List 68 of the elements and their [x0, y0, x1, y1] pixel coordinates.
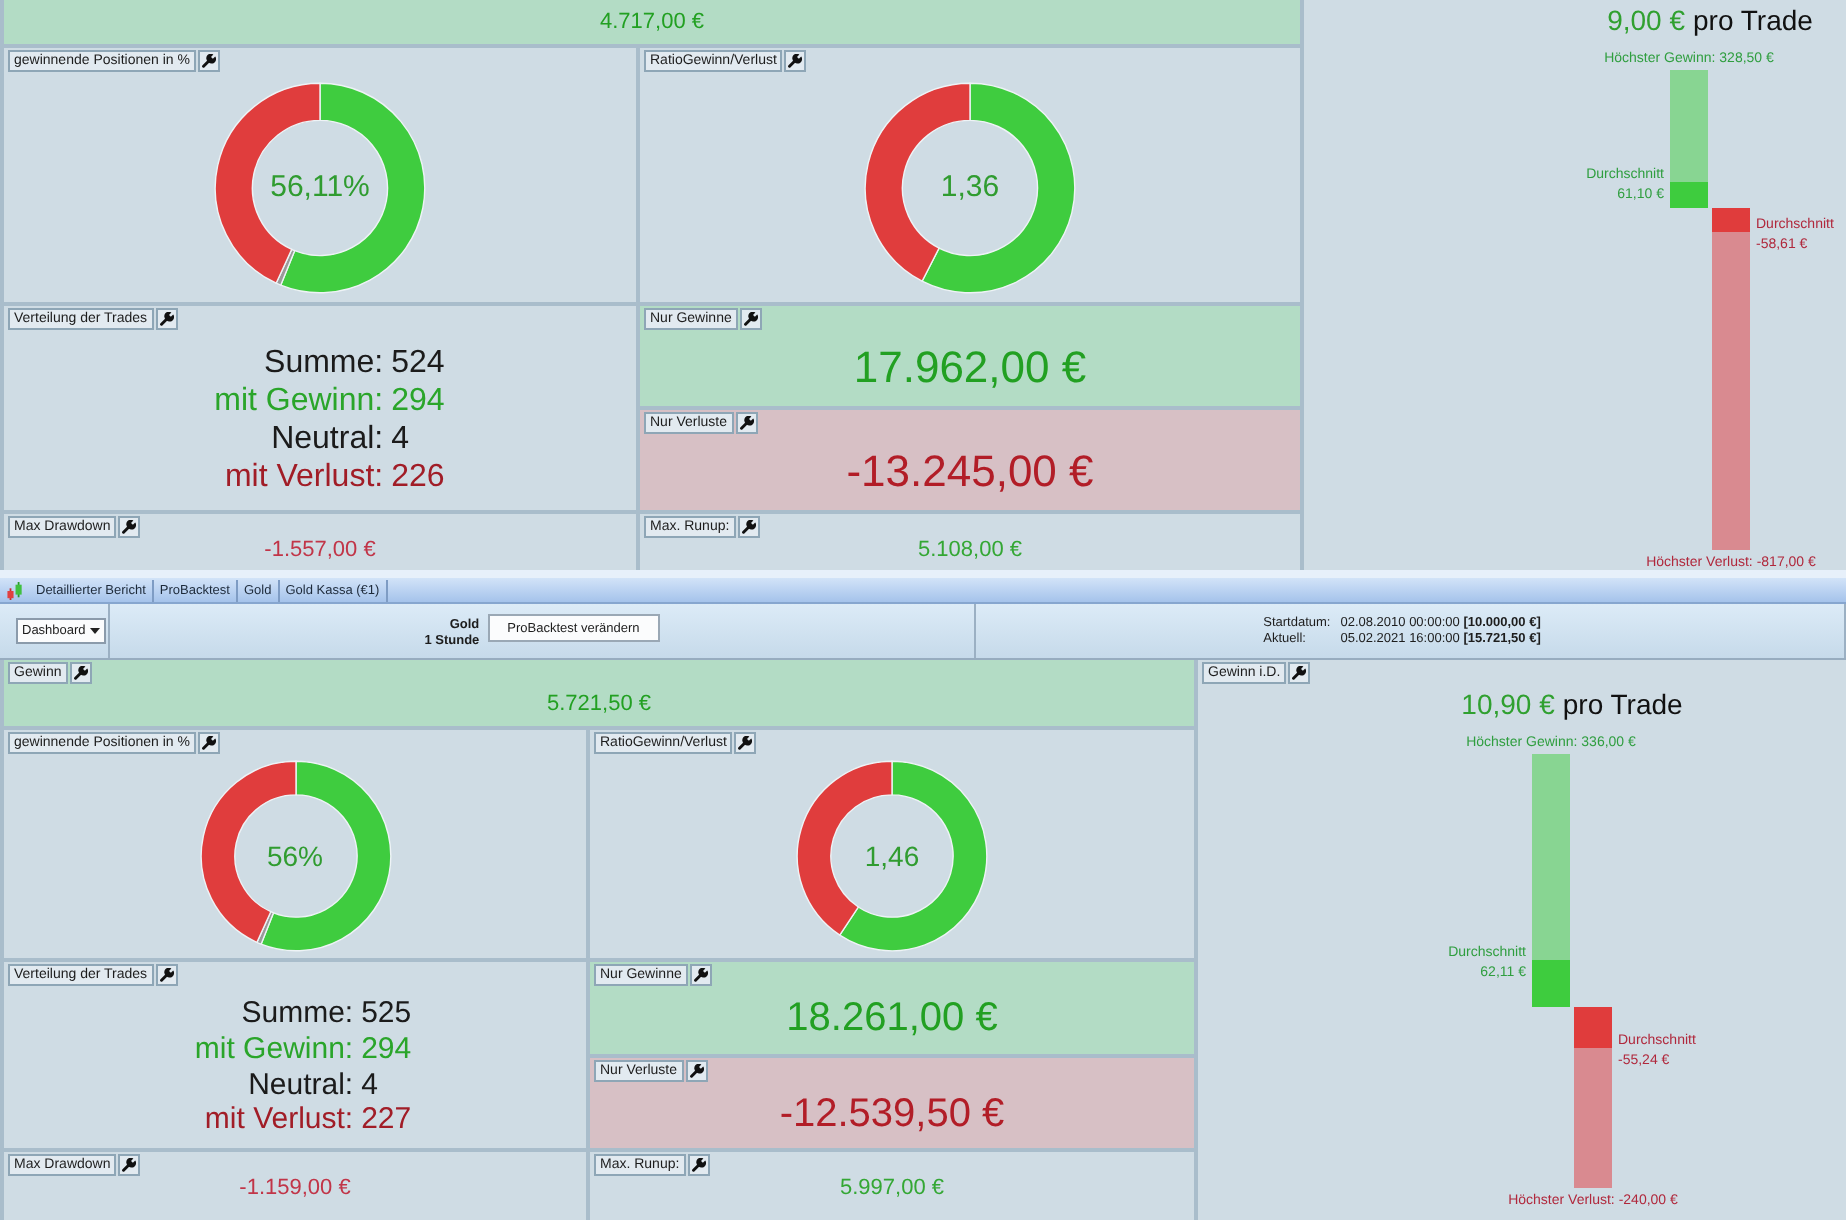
stat-value: 226	[391, 458, 445, 496]
stat-label: Neutral:	[248, 1067, 354, 1103]
settings-button[interactable]	[737, 516, 760, 538]
gross-loss-value: -12.539,50 €	[779, 1091, 1005, 1138]
wrench-icon	[201, 54, 216, 68]
caret-icon	[89, 628, 100, 634]
settings-button[interactable]	[1288, 662, 1311, 684]
gross-profit-value: 18.261,00 €	[786, 996, 998, 1043]
wrench-icon	[1292, 666, 1307, 680]
wrench-icon	[159, 968, 174, 982]
wrench-icon	[691, 1158, 706, 1172]
per-trade-label: pro Trade	[1693, 4, 1813, 36]
donut-center-label: 56,11%	[270, 170, 370, 204]
settings-button[interactable]	[118, 516, 141, 538]
total-profit-value: 5.721,50 €	[547, 692, 651, 718]
settings-button[interactable]	[784, 50, 807, 72]
stat-label: mit Verlust:	[204, 1102, 354, 1138]
settings-button[interactable]	[197, 732, 220, 754]
max-runup-value: 5.997,00 €	[840, 1176, 944, 1202]
average-profit-value: 10,90 €	[1461, 688, 1555, 720]
donut-center-label: 1,36	[940, 170, 1000, 204]
stat-value: 294	[361, 1031, 412, 1067]
max-runup-value: 5.108,00 €	[918, 538, 1022, 564]
stat-value: 525	[361, 996, 412, 1032]
stat-label: mit Gewinn:	[194, 1031, 354, 1067]
wrench-icon	[689, 1063, 704, 1077]
wrench-icon	[788, 54, 803, 68]
wrench-icon	[201, 736, 216, 750]
stat-value: 524	[391, 344, 445, 382]
max-drawdown-value: -1.557,00 €	[264, 538, 376, 564]
settings-button[interactable]	[687, 1154, 710, 1176]
gross-profit-value: 17.962,00 €	[853, 342, 1087, 394]
settings-button[interactable]	[197, 50, 220, 72]
stat-value: 4	[361, 1067, 378, 1103]
wrench-icon	[743, 312, 758, 326]
wrench-icon	[693, 968, 708, 982]
stat-value: 4	[391, 420, 409, 458]
settings-button[interactable]	[155, 964, 178, 986]
settings-button[interactable]	[685, 1059, 708, 1081]
total-profit-value: 4.717,00 €	[600, 9, 704, 35]
settings-button[interactable]	[689, 964, 712, 986]
average-profit-value: 9,00 €	[1607, 4, 1685, 36]
stat-label: Summe:	[241, 996, 354, 1032]
candlestick-icon	[6, 581, 24, 599]
wrench-icon	[739, 416, 754, 430]
stat-label: mit Gewinn:	[214, 382, 384, 420]
stat-label: mit Verlust:	[224, 458, 384, 496]
stat-label: Summe:	[264, 344, 384, 382]
settings-button[interactable]	[739, 308, 762, 330]
settings-button[interactable]	[735, 412, 758, 434]
settings-button[interactable]	[69, 662, 92, 684]
settings-button[interactable]	[734, 732, 757, 754]
stat-value: 227	[361, 1102, 412, 1138]
max-drawdown-value: -1.159,00 €	[239, 1176, 351, 1202]
per-trade-label: pro Trade	[1562, 688, 1683, 720]
donut-center-label: 1,46	[864, 840, 920, 872]
wrench-icon	[73, 666, 88, 680]
wrench-icon	[741, 520, 756, 534]
settings-button[interactable]	[155, 308, 178, 330]
stat-value: 294	[391, 382, 445, 420]
wrench-icon	[122, 1158, 137, 1172]
wrench-icon	[738, 736, 753, 750]
donut-center-label: 56%	[266, 840, 324, 872]
stat-label: Neutral:	[271, 420, 384, 458]
settings-button[interactable]	[118, 1154, 141, 1176]
gross-loss-value: -13.245,00 €	[846, 446, 1094, 498]
wrench-icon	[122, 520, 137, 534]
wrench-icon	[159, 312, 174, 326]
